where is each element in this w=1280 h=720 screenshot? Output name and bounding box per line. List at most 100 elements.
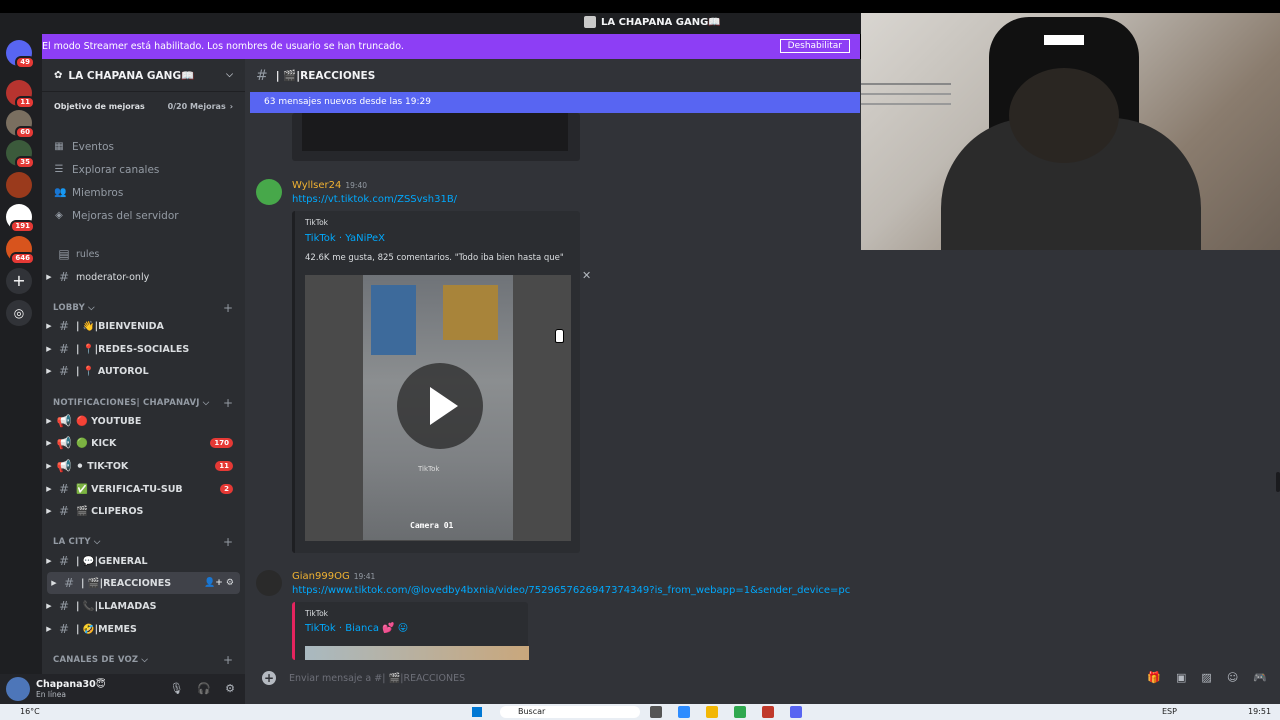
weather-widget[interactable]: 16°C xyxy=(20,707,40,716)
expand-arrow-icon: ▶ xyxy=(46,507,52,515)
channel-verifica-tu-sub[interactable]: ▶ # ✅ VERIFICA-TU-SUB 2 xyxy=(42,478,245,500)
server-icon[interactable]: 60 xyxy=(6,110,35,139)
discord-home-icon[interactable]: 49 xyxy=(6,40,35,69)
add-channel-icon[interactable]: + xyxy=(223,301,233,315)
gif-icon[interactable]: ▣ xyxy=(1176,671,1186,684)
explore-servers-icon[interactable]: ◎ xyxy=(6,300,32,326)
channel-kick[interactable]: ▶ 📢 🟢 KICK 170 xyxy=(42,432,245,454)
close-icon[interactable]: ✕ xyxy=(582,269,591,282)
hash-icon: # xyxy=(58,554,70,568)
sticker-icon[interactable]: ▨ xyxy=(1201,671,1211,684)
chevron-right-icon: › xyxy=(229,101,233,111)
add-channel-icon[interactable]: + xyxy=(223,653,233,667)
add-server-icon[interactable]: + xyxy=(6,268,32,294)
language-indicator[interactable]: ESP xyxy=(1162,707,1177,716)
tiktok-embed: TikTok TikTok · Bianca 💕 😛 xyxy=(292,602,529,660)
video-thumbnail[interactable] xyxy=(305,646,529,660)
streamer-mode-banner: El modo Streamer está habilitado. Los no… xyxy=(42,34,860,59)
server-icon[interactable]: 35 xyxy=(6,140,35,169)
channel-rules[interactable]: ▤ rules xyxy=(42,243,245,265)
add-channel-icon[interactable]: + xyxy=(223,535,233,549)
expand-arrow-icon: ▶ xyxy=(46,557,52,565)
play-button[interactable] xyxy=(397,363,483,449)
boost-goal[interactable]: Objetivo de mejoras 0/20 Mejoras › xyxy=(42,92,245,120)
app-icon[interactable] xyxy=(762,706,774,718)
server-icon[interactable]: 11 xyxy=(6,80,35,109)
person-head xyxy=(1009,68,1119,163)
previous-embed[interactable] xyxy=(292,113,580,161)
microphone-icon[interactable]: 🎙 xyxy=(169,682,183,695)
hash-icon: # xyxy=(256,67,268,84)
clock[interactable]: 19:51 xyxy=(1248,707,1271,716)
category-lobby[interactable]: LOBBY ⌵ + xyxy=(53,301,233,315)
channel-bienvenida[interactable]: ▶ # | 👋|BIENVENIDA xyxy=(42,315,245,337)
disable-streamer-button[interactable]: Deshabilitar xyxy=(779,39,850,53)
channel-autorol[interactable]: ▶ # | 📍 AUTOROL xyxy=(42,360,245,382)
server-icon[interactable]: 191 xyxy=(6,204,35,233)
hash-icon: # xyxy=(58,319,70,333)
message-link[interactable]: https://www.tiktok.com/@lovedby4bxnia/vi… xyxy=(292,585,850,596)
message-link[interactable]: https://vt.tiktok.com/ZSSvsh31B/ xyxy=(292,194,457,205)
nav-browse-channels[interactable]: ☰ Explorar canales xyxy=(54,164,160,176)
expand-arrow-icon: ▶ xyxy=(46,485,52,493)
embed-provider: TikTok xyxy=(305,609,329,618)
emoji-icon[interactable]: ☺ xyxy=(1227,671,1238,684)
channel-moderator-only[interactable]: ▶ # moderator-only xyxy=(42,266,245,288)
hash-icon: # xyxy=(58,482,70,496)
scrollbar[interactable] xyxy=(1276,472,1280,492)
video-caption: Camera 01 xyxy=(410,521,454,530)
channel-clipero[interactable]: ▶ # 🎬 CLIPEROS xyxy=(42,500,245,522)
rules-icon: ▤ xyxy=(58,247,70,261)
channel-tiktok[interactable]: ▶ 📢 ⚫ TIK-TOK 11 xyxy=(42,455,245,477)
channel-settings-icon[interactable]: 👤+ ⚙ xyxy=(204,578,234,588)
channel-general[interactable]: ▶ # | 💬|GENERAL xyxy=(42,550,245,572)
embed-title[interactable]: TikTok · Bianca 💕 😛 xyxy=(305,623,408,634)
server-icon[interactable] xyxy=(6,172,32,198)
video-player[interactable]: TikTok Camera 01 xyxy=(305,275,571,541)
gear-icon[interactable]: ⚙ xyxy=(225,682,235,695)
avatar[interactable] xyxy=(256,179,282,205)
nav-events[interactable]: ▦ Eventos xyxy=(54,141,114,153)
expand-arrow-icon: ▶ xyxy=(51,579,57,587)
message-author[interactable]: Wyllser24 19:40 xyxy=(292,180,367,191)
avatar[interactable] xyxy=(6,677,30,701)
expand-arrow-icon: ▶ xyxy=(46,417,52,425)
embed-title[interactable]: TikTok · YaNiPeX xyxy=(305,233,385,244)
add-attachment-icon[interactable]: + xyxy=(262,671,276,685)
tiktok-embed: TikTok TikTok · YaNiPeX 42.6K me gusta, … xyxy=(292,211,580,553)
windows-start-icon[interactable] xyxy=(472,707,482,717)
channel-header: # | 🎬|REACCIONES xyxy=(245,59,860,92)
message-composer[interactable]: + Enviar mensaje a #| 🎬|REACCIONES 🎁 ▣ ▨… xyxy=(250,665,1275,691)
app-icon[interactable] xyxy=(678,706,690,718)
category-notificaciones[interactable]: NOTIFICACIONES| CHAPANAVJ ⌵ + xyxy=(53,396,233,410)
server-icon[interactable]: 646 xyxy=(6,236,35,265)
folder-icon[interactable] xyxy=(706,706,718,718)
category-voice[interactable]: CANALES DE VOZ ⌵ + xyxy=(53,653,233,667)
nav-server-boost[interactable]: ◈ Mejoras del servidor xyxy=(54,210,178,222)
hash-icon: # xyxy=(58,270,70,284)
megaphone-icon: 📢 xyxy=(56,436,72,450)
guild-header[interactable]: ✿ LA CHAPANA GANG📖 ⌵ xyxy=(42,59,245,92)
taskview-icon[interactable] xyxy=(650,706,662,718)
channel-memes[interactable]: ▶ # | 🤣|MEMES xyxy=(42,618,245,640)
add-channel-icon[interactable]: + xyxy=(223,396,233,410)
category-la-city[interactable]: LA CITY ⌵ + xyxy=(53,535,233,549)
video-thumbnail[interactable] xyxy=(302,113,568,151)
guild-name: LA CHAPANA GANG📖 xyxy=(68,69,195,82)
channel-llamadas[interactable]: ▶ # | 📞|LLAMADAS xyxy=(42,595,245,617)
mention-badge: 11 xyxy=(215,461,233,471)
channel-reacciones[interactable]: ▶ # | 🎬|REACCIONES 👤+ ⚙ xyxy=(47,572,240,594)
headphones-icon[interactable]: 🎧 xyxy=(197,682,211,695)
chrome-icon[interactable] xyxy=(734,706,746,718)
channel-redes-sociales[interactable]: ▶ # | 📍|REDES-SOCIALES xyxy=(42,338,245,360)
message-author[interactable]: Gian999OG 19:41 xyxy=(292,571,375,582)
avatar[interactable] xyxy=(256,570,282,596)
new-messages-bar[interactable]: 63 mensajes nuevos desde las 19:29 xyxy=(250,92,860,113)
discord-icon[interactable] xyxy=(790,706,802,718)
nav-members[interactable]: 👥 Miembros xyxy=(54,187,123,199)
taskbar-search[interactable]: Buscar xyxy=(500,706,640,718)
gift-icon[interactable]: 🎁 xyxy=(1147,671,1161,684)
message-input[interactable]: Enviar mensaje a #| 🎬|REACCIONES xyxy=(289,673,465,684)
channel-youtube[interactable]: ▶ 📢 🔴 YOUTUBE xyxy=(42,410,245,432)
apps-icon[interactable]: 🎮 xyxy=(1253,671,1267,684)
